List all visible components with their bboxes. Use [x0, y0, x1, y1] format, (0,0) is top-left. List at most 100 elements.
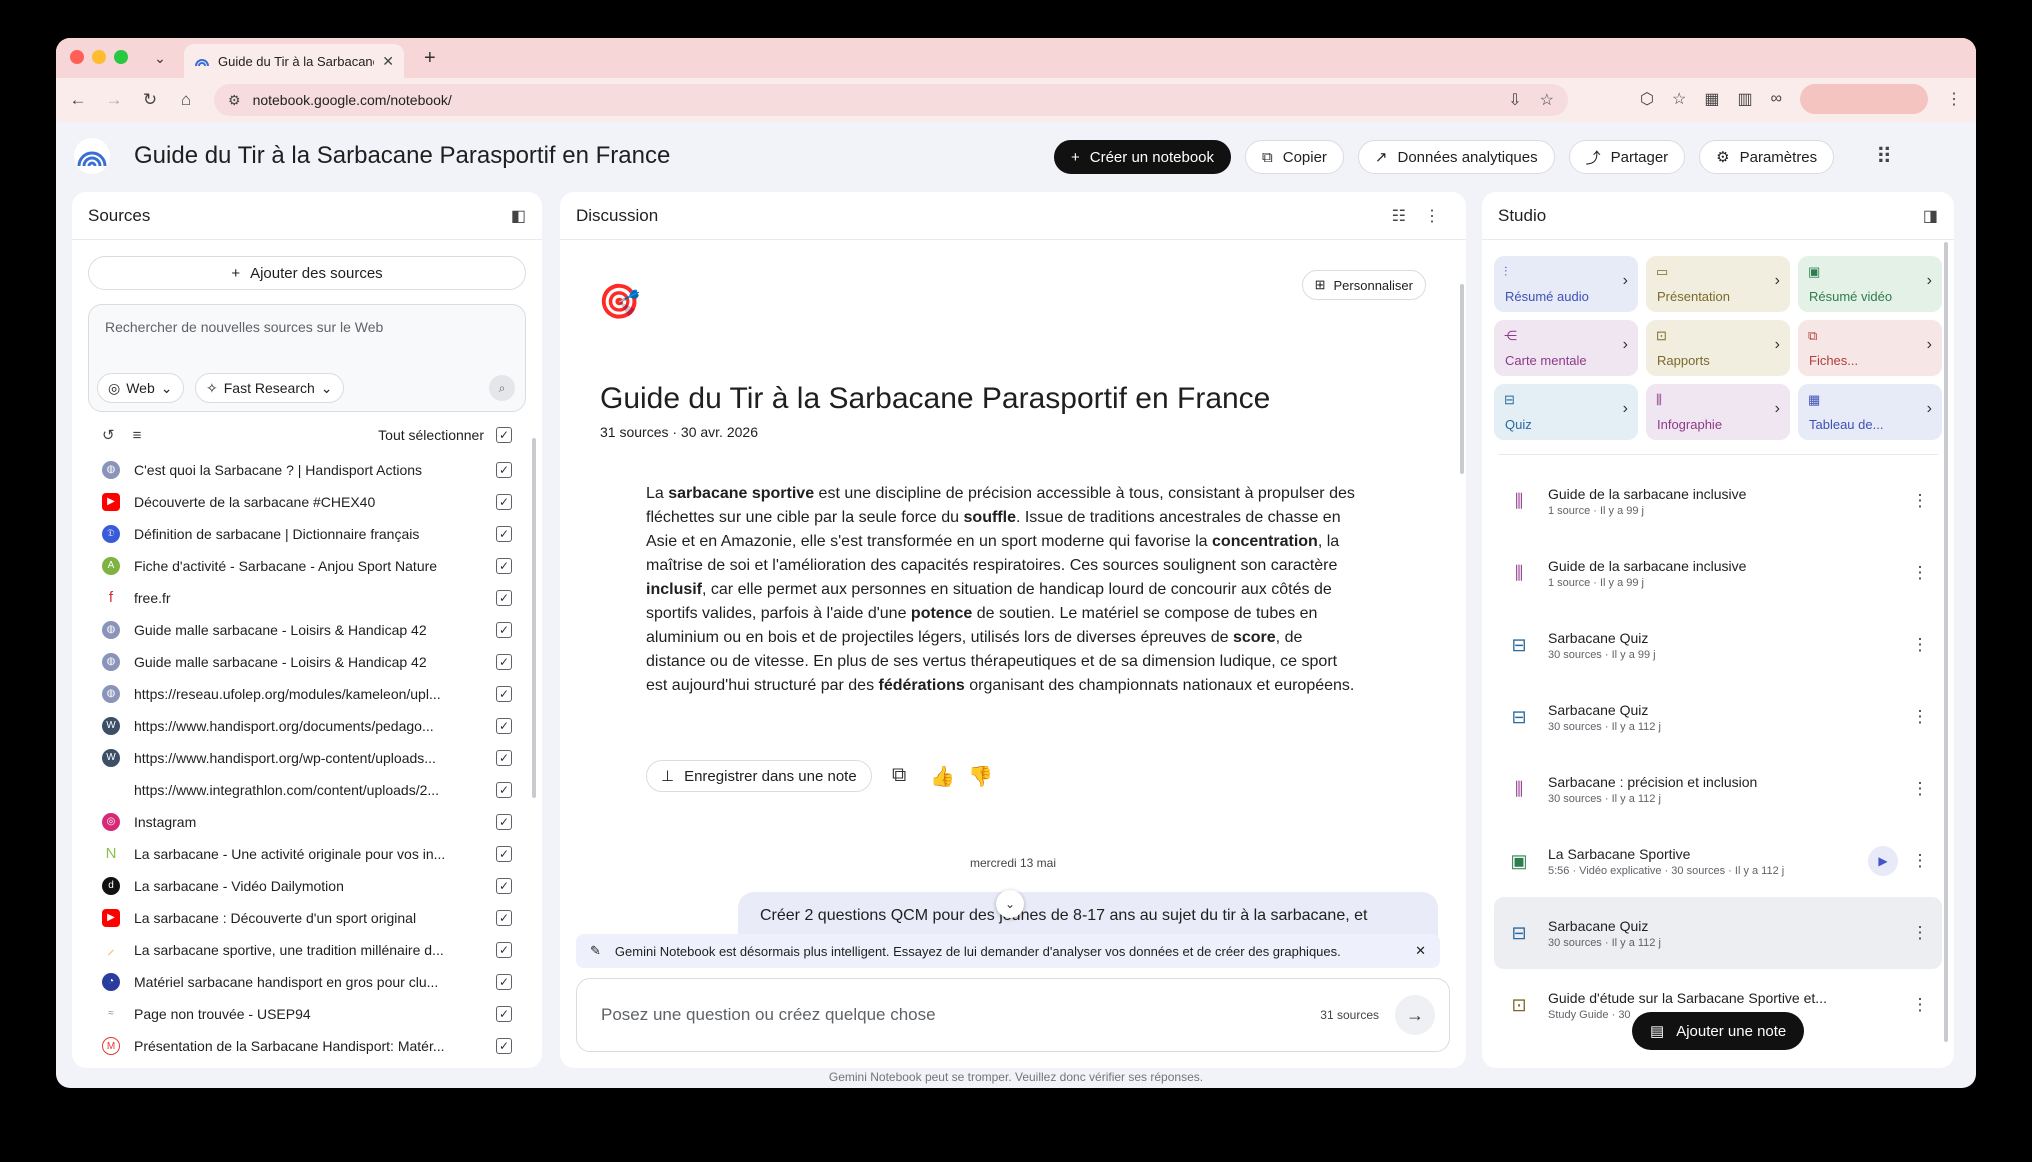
- studio-tile-audio[interactable]: ⫶ Résumé audio ›: [1494, 256, 1638, 312]
- source-checkbox[interactable]: ✓: [496, 718, 512, 734]
- more-vert-icon[interactable]: ⋮: [1910, 635, 1930, 655]
- source-checkbox[interactable]: ✓: [496, 622, 512, 638]
- notebook-title[interactable]: Guide du Tir à la Sarbacane Parasportif …: [134, 142, 670, 170]
- source-item[interactable]: M Présentation de la Sarbacane Handisport…: [88, 1030, 526, 1062]
- source-item[interactable]: ◍ https://reseau.ufolep.org/modules/kamel…: [88, 678, 526, 710]
- studio-tile-cards[interactable]: ⧉ Fiches... ›: [1798, 320, 1942, 376]
- studio-tile-mindmap[interactable]: ⋲ Carte mentale ›: [1494, 320, 1638, 376]
- sources-scrollbar[interactable]: [532, 438, 536, 798]
- add-note-button[interactable]: ▤ Ajouter une note: [1632, 1012, 1805, 1050]
- sort-icon[interactable]: ≡: [133, 427, 142, 444]
- copy-button[interactable]: ⧉ Copier: [1245, 140, 1344, 174]
- search-submit-icon[interactable]: ⌕: [489, 375, 515, 401]
- reload-icon[interactable]: ↻: [136, 86, 164, 114]
- personalize-button[interactable]: ⊞ Personnaliser: [1301, 270, 1426, 300]
- profile-avatar[interactable]: [1800, 84, 1928, 114]
- browser-tab[interactable]: Guide du Tir à la Sarbacane P ✕: [184, 44, 404, 78]
- source-item[interactable]: ◔ Matériel sarbacane handisport en gros p…: [88, 966, 526, 998]
- source-item[interactable]: ◎ Instagram ✓: [88, 806, 526, 838]
- source-item[interactable]: A Fiche d'activité - Sarbacane - Anjou Sp…: [88, 550, 526, 582]
- address-bar[interactable]: ⚙ notebook.google.com/notebook/ ⇩ ☆: [214, 84, 1568, 116]
- studio-note[interactable]: ▣ La Sarbacane Sportive 5:56 · Vidéo expli…: [1494, 825, 1942, 897]
- back-arrow-icon[interactable]: ←: [64, 86, 92, 114]
- close-banner-icon[interactable]: ✕: [1415, 943, 1426, 959]
- more-vert-icon[interactable]: ⋮: [1424, 206, 1440, 226]
- studio-tile-table[interactable]: ▦ Tableau de... ›: [1798, 384, 1942, 440]
- studio-scrollbar[interactable]: [1944, 242, 1948, 1042]
- source-checkbox[interactable]: ✓: [496, 1006, 512, 1022]
- studio-tile-slides[interactable]: ▭ Présentation ›: [1646, 256, 1790, 312]
- collapse-panel-icon[interactable]: ◨: [1923, 206, 1938, 226]
- source-item[interactable]: f free.fr ✓: [88, 582, 526, 614]
- source-item[interactable]: ▶ La sarbacane : Découverte d'un sport or…: [88, 902, 526, 934]
- source-checkbox[interactable]: ✓: [496, 686, 512, 702]
- share-button[interactable]: ⤴ Partager: [1568, 140, 1686, 174]
- more-vert-icon[interactable]: ⋮: [1910, 707, 1930, 727]
- source-item[interactable]: https://www.integrathlon.com/content/upl…: [88, 774, 526, 806]
- bookmark-star-icon[interactable]: ☆: [1540, 90, 1554, 110]
- site-info-icon[interactable]: ⚙: [228, 92, 241, 109]
- source-item[interactable]: ▶ Découverte de la sarbacane #CHEX40 ✓: [88, 486, 526, 518]
- source-checkbox[interactable]: ✓: [496, 910, 512, 926]
- source-checkbox[interactable]: ✓: [496, 462, 512, 478]
- studio-note[interactable]: ⫼ Guide de la sarbacane inclusive 1 source…: [1494, 465, 1942, 537]
- collapse-panel-icon[interactable]: ◧: [511, 206, 526, 226]
- discussion-scrollbar[interactable]: [1460, 284, 1464, 474]
- more-vert-icon[interactable]: ⋮: [1910, 851, 1930, 871]
- source-checkbox[interactable]: ✓: [496, 750, 512, 766]
- source-item[interactable]: ◍ Guide malle sarbacane - Loisirs & Handi…: [88, 646, 526, 678]
- source-item[interactable]: Whttps://www.handisport.org/wp-content/u…: [88, 742, 526, 774]
- source-item[interactable]: N La sarbacane - Une activité originale p…: [88, 838, 526, 870]
- add-sources-button[interactable]: + Ajouter des sources: [88, 256, 526, 290]
- copy-response-icon[interactable]: ⧉: [892, 764, 906, 787]
- thumbs-up-icon[interactable]: 👍: [930, 764, 955, 789]
- scroll-down-chevron-icon[interactable]: ⌄: [996, 890, 1024, 918]
- browser-menu-icon[interactable]: ⋮: [1946, 89, 1962, 109]
- maximize-window-button[interactable]: [114, 50, 128, 64]
- settings-button[interactable]: ⚙ Paramètres: [1699, 140, 1835, 174]
- source-checkbox[interactable]: ✓: [496, 494, 512, 510]
- save-to-note-button[interactable]: ⊥ Enregistrer dans une note: [646, 760, 872, 792]
- source-checkbox[interactable]: ✓: [496, 814, 512, 830]
- source-checkbox[interactable]: ✓: [496, 846, 512, 862]
- bookmarks-star-icon[interactable]: ☆: [1672, 89, 1686, 109]
- apps-grid-icon[interactable]: ⠿: [1876, 144, 1892, 170]
- studio-tile-quiz[interactable]: ⊟ Quiz ›: [1494, 384, 1638, 440]
- forward-arrow-icon[interactable]: →: [100, 86, 128, 114]
- studio-tile-infographic[interactable]: ⫼ Infographie ›: [1646, 384, 1790, 440]
- source-item[interactable]: ◍ C'est quoi la Sarbacane ? | Handisport …: [88, 454, 526, 486]
- source-checkbox[interactable]: ✓: [496, 782, 512, 798]
- source-checkbox[interactable]: ✓: [496, 654, 512, 670]
- studio-note[interactable]: ⫼ Guide de la sarbacane inclusive 1 source…: [1494, 537, 1942, 609]
- select-all-checkbox[interactable]: ✓: [496, 427, 512, 443]
- studio-tile-video[interactable]: ▣ Résumé vidéo ›: [1798, 256, 1942, 312]
- source-item[interactable]: ≈ Page non trouvée - USEP94 ✓: [88, 998, 526, 1030]
- more-vert-icon[interactable]: ⋮: [1910, 563, 1930, 583]
- notebook-logo-icon[interactable]: [74, 138, 110, 174]
- reading-mode-icon[interactable]: ▥: [1737, 89, 1752, 109]
- new-tab-plus-icon[interactable]: +: [424, 46, 436, 70]
- source-item[interactable]: 𝔇 Définition de sarbacane | Dictionnaire …: [88, 518, 526, 550]
- tab-close-icon[interactable]: ✕: [382, 53, 394, 70]
- minimize-window-button[interactable]: [92, 50, 106, 64]
- send-arrow-icon[interactable]: →: [1395, 995, 1435, 1035]
- play-icon[interactable]: ▶: [1868, 846, 1898, 876]
- source-item[interactable]: ◍ Guide malle sarbacane - Loisirs & Handi…: [88, 614, 526, 646]
- source-item[interactable]: d La sarbacane - Vidéo Dailymotion ✓: [88, 870, 526, 902]
- home-icon[interactable]: ⌂: [172, 86, 200, 114]
- studio-note[interactable]: ⊟ Sarbacane Quiz 30 sources · Il y a 112 j…: [1494, 897, 1942, 969]
- web-search-box[interactable]: Rechercher de nouvelles sources sur le W…: [88, 304, 526, 412]
- source-item[interactable]: ⸝ La sarbacane sportive, une tradition mi…: [88, 934, 526, 966]
- create-notebook-button[interactable]: + Créer un notebook: [1054, 140, 1232, 174]
- close-window-button[interactable]: [70, 50, 84, 64]
- studio-note[interactable]: ⊟ Sarbacane Quiz 30 sources · Il y a 112 j…: [1494, 681, 1942, 753]
- qr-code-icon[interactable]: ▦: [1704, 89, 1719, 109]
- source-checkbox[interactable]: ✓: [496, 558, 512, 574]
- more-vert-icon[interactable]: ⋮: [1910, 995, 1930, 1015]
- research-mode-dropdown[interactable]: ✧ Fast Research ⌄: [195, 373, 344, 403]
- tab-search-chevron-icon[interactable]: ⌄: [148, 46, 172, 70]
- more-vert-icon[interactable]: ⋮: [1910, 491, 1930, 511]
- more-vert-icon[interactable]: ⋮: [1910, 923, 1930, 943]
- chat-input[interactable]: Posez une question ou créez quelque chos…: [576, 978, 1450, 1052]
- studio-note[interactable]: ⊟ Sarbacane Quiz 30 sources · Il y a 99 j ⋮: [1494, 609, 1942, 681]
